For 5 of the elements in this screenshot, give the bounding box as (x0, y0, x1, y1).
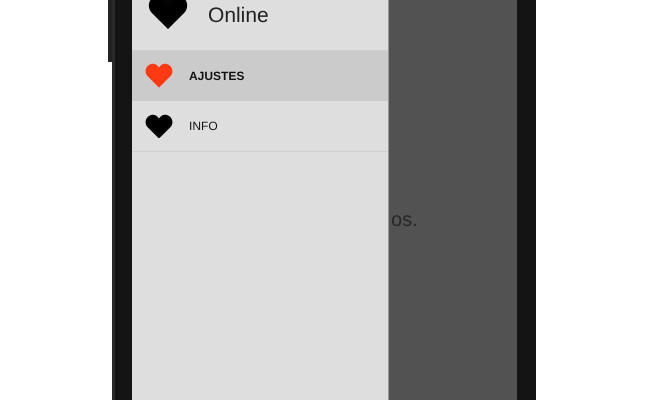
heart-icon (145, 63, 173, 88)
drawer-item[interactable]: AJUSTES (132, 50, 388, 101)
heart-icon (148, 0, 188, 30)
heart-icon (145, 114, 173, 138)
drawer-title: Online (208, 4, 269, 28)
